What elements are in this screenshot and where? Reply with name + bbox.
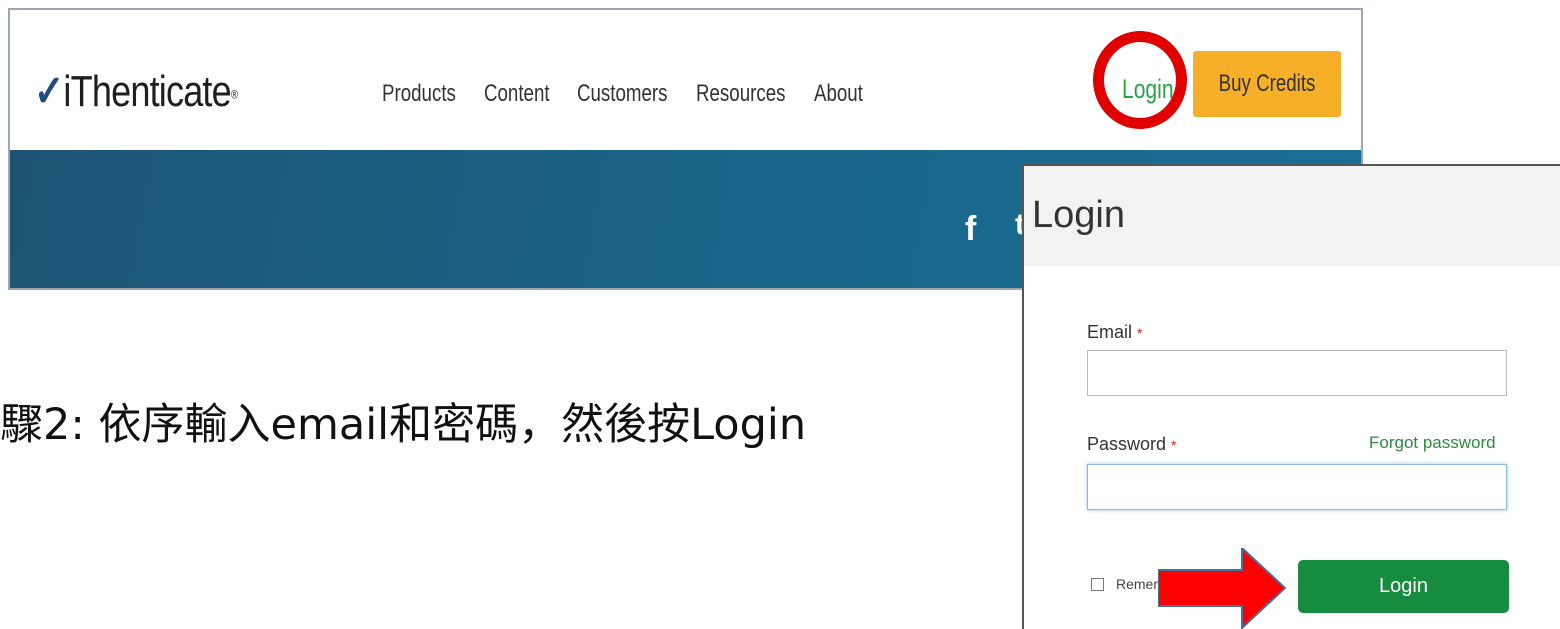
password-label-text: Password	[1087, 434, 1167, 454]
email-label: Email *	[1087, 322, 1142, 343]
pointer-arrow-icon	[1158, 548, 1286, 629]
facebook-icon[interactable]: f	[965, 210, 976, 249]
password-label: Password *	[1087, 434, 1176, 455]
nav-resources[interactable]: Resources	[696, 80, 799, 108]
login-button-label: Login	[1379, 575, 1428, 597]
logo-check-icon: ✓	[34, 67, 64, 116]
required-mark: *	[1137, 325, 1143, 341]
forgot-password-link[interactable]: Forgot password	[1369, 433, 1496, 453]
step-caption: 驟2: 依序輸入email和密碼，然後按Login	[0, 400, 807, 450]
nav-about[interactable]: About	[814, 80, 876, 108]
login-modal: Login Email * Password * Forgot password R…	[1022, 164, 1560, 629]
site-header: ✓iThenticate® Products Content Customers…	[10, 10, 1361, 150]
main-nav: Products Content Customers Resources Abo…	[382, 80, 880, 108]
login-button[interactable]: Login	[1298, 560, 1509, 613]
buy-credits-button[interactable]: Buy Credits	[1193, 51, 1341, 117]
login-highlight-circle	[1093, 31, 1187, 129]
nav-products[interactable]: Products	[382, 80, 472, 108]
password-field[interactable]	[1087, 464, 1507, 510]
email-field[interactable]	[1087, 350, 1507, 396]
modal-header: Login	[1024, 166, 1560, 266]
nav-customers[interactable]: Customers	[577, 80, 681, 108]
remember-me-checkbox[interactable]	[1091, 578, 1104, 591]
required-mark: *	[1171, 437, 1177, 453]
ithenticate-logo[interactable]: ✓iThenticate®	[34, 66, 238, 117]
logo-registered-mark: ®	[230, 87, 238, 102]
modal-title: Login	[1032, 194, 1125, 236]
email-label-text: Email	[1087, 322, 1133, 342]
nav-content[interactable]: Content	[484, 80, 567, 108]
logo-text: iThenticate	[63, 67, 231, 116]
buy-credits-label: Buy Credits	[1218, 70, 1316, 97]
